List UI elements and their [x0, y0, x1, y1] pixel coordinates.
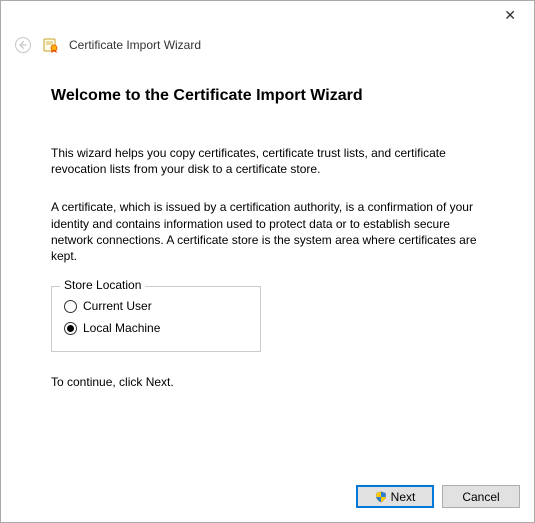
- titlebar: ✕: [1, 1, 534, 29]
- store-location-group: Store Location Current User Local Machin…: [51, 286, 261, 352]
- wizard-footer: Next Cancel: [1, 475, 534, 522]
- continue-hint: To continue, click Next.: [51, 374, 484, 390]
- cancel-button-label: Cancel: [462, 490, 499, 504]
- close-icon[interactable]: ✕: [498, 5, 522, 26]
- certificate-icon: [43, 37, 59, 53]
- next-button[interactable]: Next: [356, 485, 434, 508]
- cancel-button[interactable]: Cancel: [442, 485, 520, 508]
- wizard-content: Welcome to the Certificate Import Wizard…: [1, 63, 534, 475]
- uac-shield-icon: [375, 491, 387, 503]
- wizard-title: Certificate Import Wizard: [69, 38, 201, 52]
- wizard-window: ✕ Certificate Import Wizard Welcome to t…: [0, 0, 535, 523]
- radio-current-user[interactable]: Current User: [64, 295, 248, 317]
- next-button-label: Next: [391, 490, 416, 504]
- radio-icon: [64, 322, 77, 335]
- page-title: Welcome to the Certificate Import Wizard: [51, 87, 484, 105]
- radio-local-machine[interactable]: Local Machine: [64, 317, 248, 339]
- back-arrow-icon: [13, 35, 33, 55]
- description-text: A certificate, which is issued by a cert…: [51, 199, 484, 264]
- store-location-legend: Store Location: [60, 278, 145, 292]
- radio-icon: [64, 300, 77, 313]
- radio-label: Current User: [83, 299, 152, 313]
- intro-text: This wizard helps you copy certificates,…: [51, 145, 484, 177]
- wizard-header: Certificate Import Wizard: [1, 29, 534, 63]
- radio-label: Local Machine: [83, 321, 160, 335]
